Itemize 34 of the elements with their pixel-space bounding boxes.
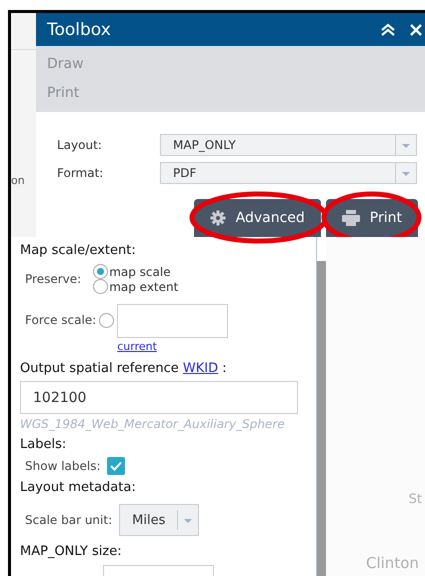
setting-label: Layout:	[57, 138, 103, 152]
gear-icon	[210, 210, 226, 226]
scrollbar-thumb[interactable]	[317, 261, 326, 576]
unit-select[interactable]: Miles	[119, 504, 200, 536]
collapse-icon[interactable]	[380, 22, 396, 36]
setting-select[interactable]: PDF	[160, 162, 417, 184]
section-heading: Output spatial reference WKID :	[20, 361, 228, 376]
current-link[interactable]: current	[117, 340, 228, 353]
show-labels-checkbox[interactable]	[106, 457, 125, 475]
radio-button[interactable]	[93, 279, 108, 294]
printer-icon	[342, 210, 360, 226]
map-label: Clinton	[366, 554, 419, 572]
field-label: Force scale:	[25, 313, 96, 327]
section-heading: Map scale/extent:	[20, 243, 137, 258]
section-heading: MAP_ONLY size:	[20, 544, 123, 559]
wkid-link[interactable]: WKID	[182, 361, 218, 376]
field-label: Preserve:	[25, 272, 82, 286]
scale-input[interactable]	[117, 304, 228, 338]
radio-label: map extent	[109, 280, 178, 294]
toolbox-title: Toolbox	[47, 20, 112, 40]
map-label: on	[11, 174, 25, 187]
map-label: St	[408, 492, 422, 507]
close-icon[interactable]	[410, 24, 422, 36]
reference-name: WGS_1984_Web_Mercator_Auxiliary_Sphere	[20, 417, 286, 431]
field-label: Show labels:	[25, 459, 101, 473]
setting-select[interactable]: MAP_ONLY	[160, 134, 417, 156]
section-heading: Labels:	[20, 437, 68, 452]
field-label: Scale bar unit:	[25, 513, 112, 527]
radio-button[interactable]	[99, 313, 114, 328]
radio-button[interactable]	[93, 264, 108, 279]
radio-label: map scale	[109, 264, 171, 278]
section-heading: Layout metadata:	[20, 480, 137, 495]
wkid-input[interactable]: 102100	[20, 381, 298, 414]
setting-label: Format:	[57, 166, 104, 180]
